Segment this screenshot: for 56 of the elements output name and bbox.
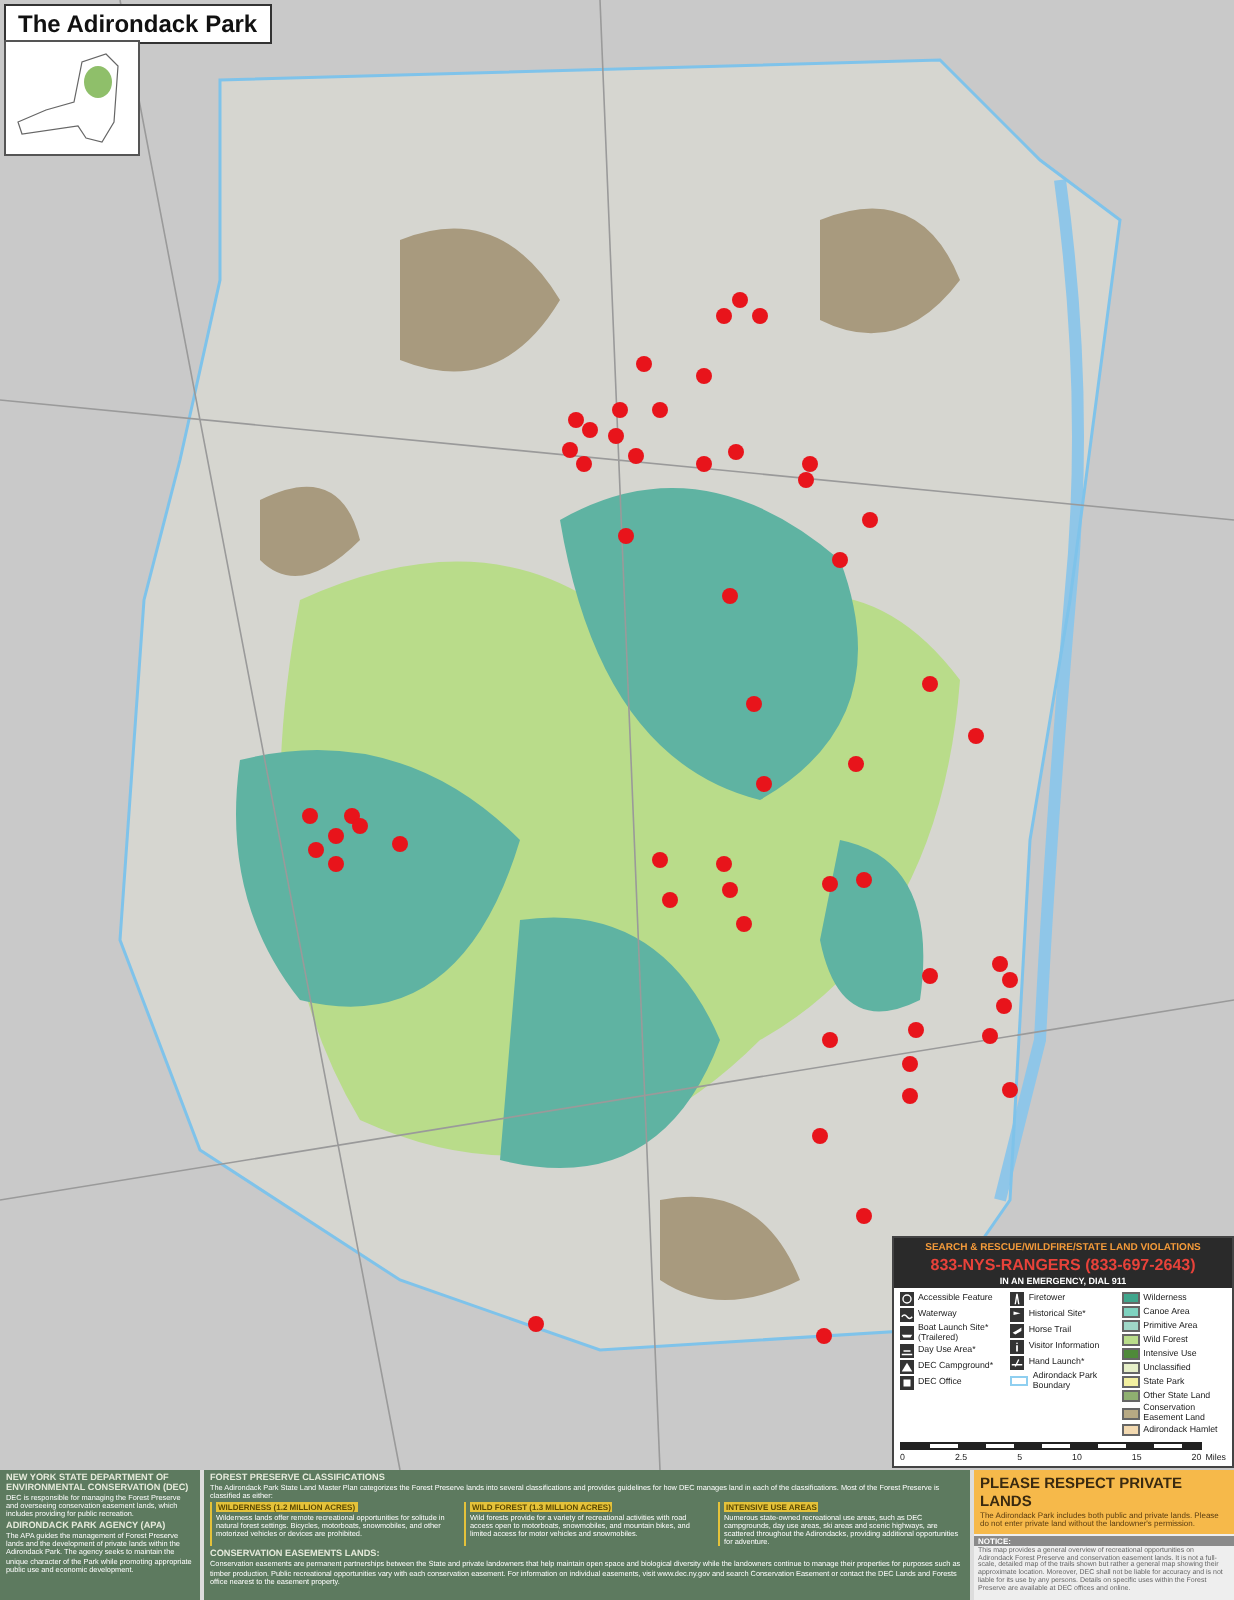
map-title: The Adirondack Park (4, 4, 272, 44)
location-marker (696, 368, 712, 384)
office-icon (900, 1376, 914, 1391)
location-marker (968, 728, 984, 744)
location-marker (628, 448, 644, 464)
water-icon (900, 1308, 914, 1322)
location-marker (392, 836, 408, 852)
location-marker (816, 1328, 832, 1344)
camp-icon (900, 1360, 914, 1375)
location-marker (652, 402, 668, 418)
hand-icon (1010, 1356, 1025, 1370)
location-marker (822, 1032, 838, 1048)
location-marker (662, 892, 678, 908)
access-icon (900, 1292, 914, 1306)
location-marker (636, 356, 652, 372)
location-marker (652, 852, 668, 868)
location-marker (716, 856, 732, 872)
location-marker (302, 808, 318, 824)
location-marker (856, 872, 872, 888)
info-icon (1010, 1340, 1025, 1354)
location-marker (922, 676, 938, 692)
tower-icon (1010, 1292, 1025, 1306)
location-marker (908, 1022, 924, 1038)
location-marker (982, 1028, 998, 1044)
location-marker (996, 998, 1012, 1014)
location-marker (1002, 1082, 1018, 1098)
location-marker (922, 968, 938, 984)
phone-number: 833-NYS-RANGERS (833-697-2643) (930, 1256, 1196, 1274)
location-marker (308, 842, 324, 858)
location-marker (862, 512, 878, 528)
location-marker (528, 1316, 544, 1332)
location-marker (752, 308, 768, 324)
location-marker (812, 1128, 828, 1144)
location-marker (822, 876, 838, 892)
location-marker (856, 1208, 872, 1224)
location-marker (902, 1056, 918, 1072)
location-marker (902, 1088, 918, 1104)
location-marker (756, 776, 772, 792)
location-marker (328, 828, 344, 844)
location-marker (832, 552, 848, 568)
location-marker (736, 916, 752, 932)
location-marker (328, 856, 344, 872)
boat-icon (900, 1326, 914, 1341)
location-marker (618, 528, 634, 544)
location-marker (728, 444, 744, 460)
location-marker (608, 428, 624, 444)
horse-icon (1010, 1324, 1025, 1338)
location-marker (722, 882, 738, 898)
location-marker (848, 756, 864, 772)
location-marker (746, 696, 762, 712)
location-marker (696, 456, 712, 472)
history-icon (1010, 1308, 1025, 1322)
location-marker (722, 588, 738, 604)
locator-map-drawing (4, 40, 140, 156)
dayuse-icon (900, 1344, 914, 1359)
location-marker (612, 402, 628, 418)
